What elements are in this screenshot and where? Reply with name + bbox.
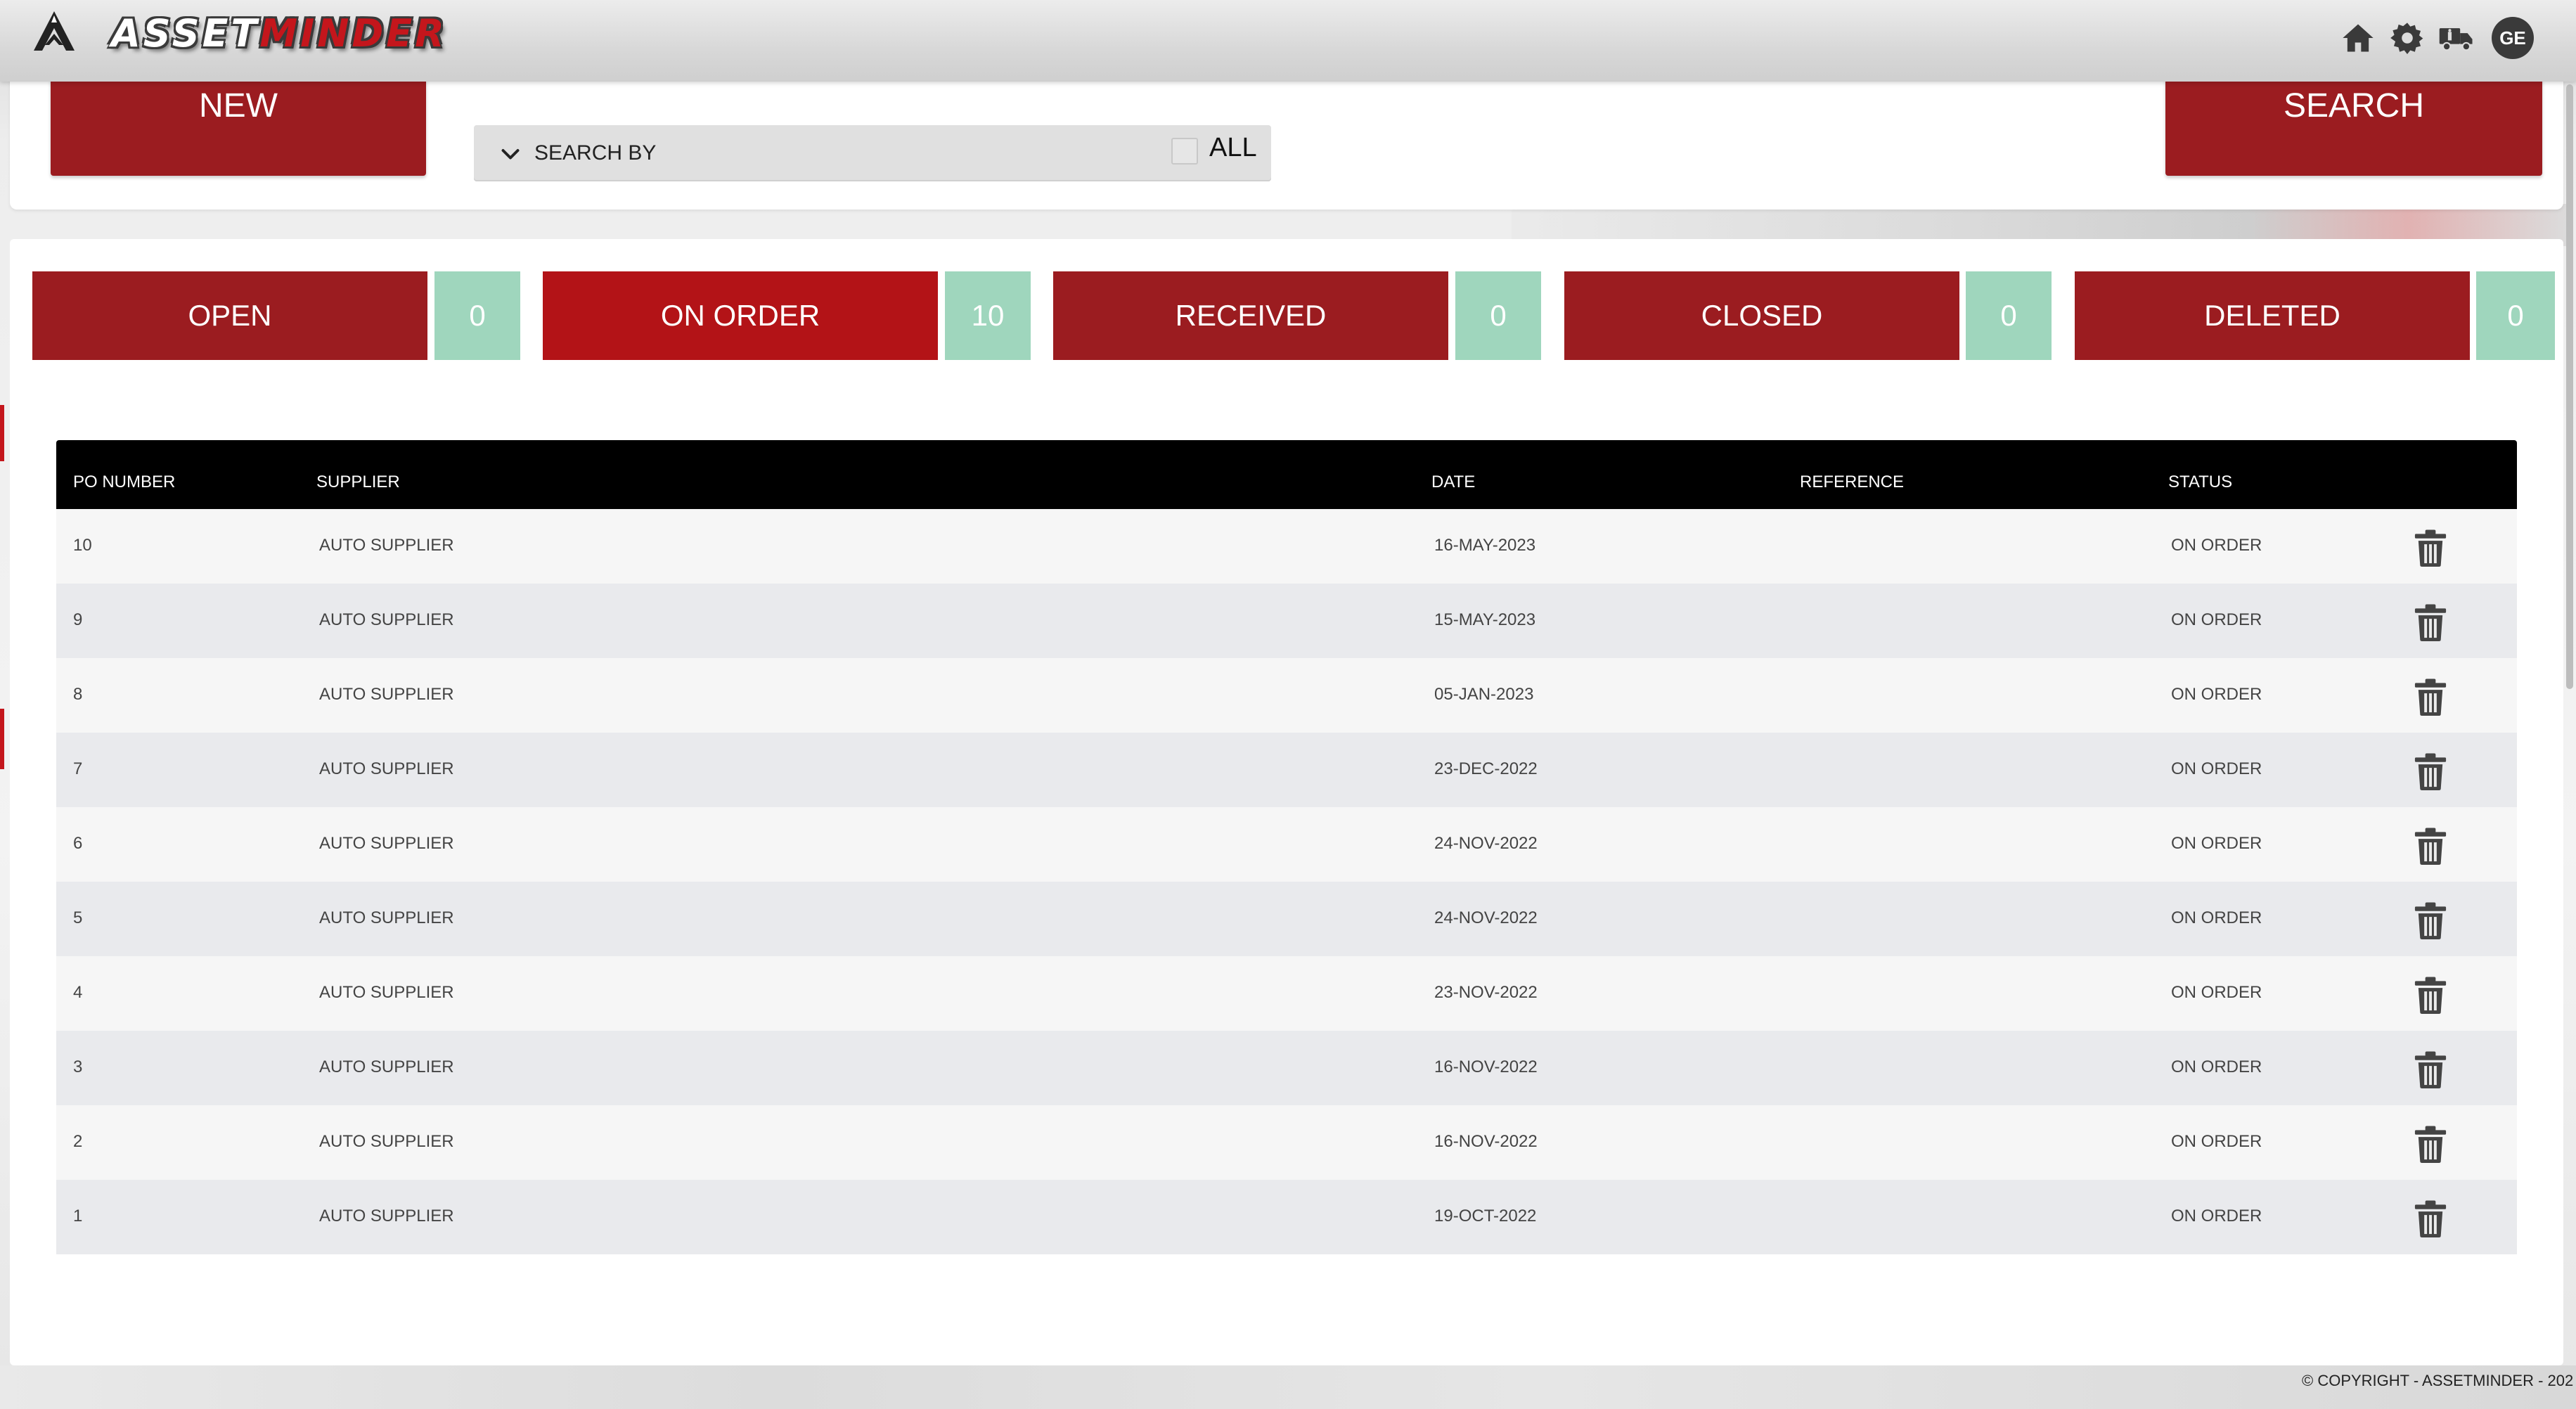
po-number-cell: 9	[73, 610, 83, 629]
tab-received[interactable]: RECEIVED	[1053, 271, 1448, 360]
tab-deleted-count: 0	[2476, 271, 2555, 360]
tab-open-count: 0	[434, 271, 520, 360]
tab-closed-count: 0	[1966, 271, 2052, 360]
supplier-cell: AUTO SUPPLIER	[319, 536, 454, 555]
po-number-cell: 5	[73, 908, 83, 927]
tab-deleted[interactable]: DELETED	[2075, 271, 2470, 360]
table-row[interactable]: 5 AUTO SUPPLIER 24-NOV-2022 ON ORDER	[56, 882, 2517, 956]
side-accent	[0, 405, 4, 461]
tab-on-order[interactable]: ON ORDER	[543, 271, 938, 360]
table-header: PO NUMBER SUPPLIER DATE REFERENCE STATUS	[56, 440, 2517, 509]
date-cell: 05-JAN-2023	[1434, 685, 1534, 704]
po-number-cell: 2	[73, 1132, 83, 1151]
trash-icon[interactable]	[2413, 529, 2448, 567]
assetminder-logo-icon	[34, 11, 75, 51]
trash-icon[interactable]	[2413, 752, 2448, 790]
status-cell: ON ORDER	[2171, 983, 2262, 1002]
tab-closed[interactable]: CLOSED	[1564, 271, 1959, 360]
trash-icon[interactable]	[2413, 1125, 2448, 1163]
date-cell: 24-NOV-2022	[1434, 908, 1538, 927]
supplier-cell: AUTO SUPPLIER	[319, 1057, 454, 1076]
table-row[interactable]: 7 AUTO SUPPLIER 23-DEC-2022 ON ORDER	[56, 733, 2517, 807]
chevron-down-icon	[501, 149, 520, 160]
table-row[interactable]: 1 AUTO SUPPLIER 19-OCT-2022 ON ORDER	[56, 1180, 2517, 1254]
date-cell: 24-NOV-2022	[1434, 834, 1538, 853]
tab-received-count: 0	[1455, 271, 1541, 360]
tab-open[interactable]: OPEN	[32, 271, 427, 360]
table-row[interactable]: 6 AUTO SUPPLIER 24-NOV-2022 ON ORDER	[56, 807, 2517, 882]
copyright-footer: © COPYRIGHT - ASSETMINDER - 202	[2302, 1372, 2574, 1389]
top-header: ASSETMINDER GE	[0, 0, 2576, 82]
user-avatar[interactable]: GE	[2492, 17, 2534, 59]
date-cell: 16-NOV-2022	[1434, 1057, 1538, 1076]
status-cell: ON ORDER	[2171, 1132, 2262, 1151]
table-row[interactable]: 9 AUTO SUPPLIER 15-MAY-2023 ON ORDER	[56, 584, 2517, 658]
trash-icon[interactable]	[2413, 901, 2448, 939]
po-number-cell: 4	[73, 983, 83, 1002]
column-header-supplier[interactable]: SUPPLIER	[316, 472, 400, 492]
status-cell: ON ORDER	[2171, 1057, 2262, 1076]
status-cell: ON ORDER	[2171, 1207, 2262, 1225]
date-cell: 23-DEC-2022	[1434, 759, 1538, 778]
status-cell: ON ORDER	[2171, 908, 2262, 927]
table-row[interactable]: 4 AUTO SUPPLIER 23-NOV-2022 ON ORDER	[56, 956, 2517, 1031]
new-button[interactable]: NEW	[51, 77, 426, 176]
table-row[interactable]: 10 AUTO SUPPLIER 16-MAY-2023 ON ORDER	[56, 509, 2517, 584]
supplier-cell: AUTO SUPPLIER	[319, 759, 454, 778]
table-row[interactable]: 2 AUTO SUPPLIER 16-NOV-2022 ON ORDER	[56, 1105, 2517, 1180]
po-number-cell: 1	[73, 1207, 83, 1225]
trash-icon[interactable]	[2413, 1199, 2448, 1237]
supplier-cell: AUTO SUPPLIER	[319, 1207, 454, 1225]
status-cell: ON ORDER	[2171, 759, 2262, 778]
gear-icon[interactable]	[2388, 18, 2427, 58]
po-number-cell: 10	[73, 536, 92, 555]
app-logo[interactable]: ASSETMINDER	[111, 11, 447, 56]
table-row[interactable]: 8 AUTO SUPPLIER 05-JAN-2023 ON ORDER	[56, 658, 2517, 733]
date-cell: 16-NOV-2022	[1434, 1132, 1538, 1151]
supplier-cell: AUTO SUPPLIER	[319, 908, 454, 927]
po-number-cell: 6	[73, 834, 83, 853]
supplier-cell: AUTO SUPPLIER	[319, 610, 454, 629]
status-cell: ON ORDER	[2171, 834, 2262, 853]
supplier-cell: AUTO SUPPLIER	[319, 983, 454, 1002]
supplier-cell: AUTO SUPPLIER	[319, 834, 454, 853]
column-header-po-number[interactable]: PO NUMBER	[73, 472, 175, 492]
column-header-status[interactable]: STATUS	[2168, 472, 2232, 492]
table-row[interactable]: 3 AUTO SUPPLIER 16-NOV-2022 ON ORDER	[56, 1031, 2517, 1105]
date-cell: 15-MAY-2023	[1434, 610, 1536, 629]
tab-on-order-count: 10	[945, 271, 1031, 360]
trash-icon[interactable]	[2413, 603, 2448, 641]
main-panel: OPEN 0 ON ORDER 10 RECEIVED 0 CLOSED 0 D…	[10, 239, 2563, 1365]
date-cell: 16-MAY-2023	[1434, 536, 1536, 555]
status-cell: ON ORDER	[2171, 536, 2262, 555]
po-number-cell: 7	[73, 759, 83, 778]
po-number-cell: 8	[73, 685, 83, 704]
status-cell: ON ORDER	[2171, 685, 2262, 704]
truck-icon[interactable]	[2437, 18, 2476, 58]
search-by-label: SEARCH BY	[534, 141, 657, 165]
date-cell: 19-OCT-2022	[1434, 1207, 1537, 1225]
all-label: ALL	[1209, 133, 1257, 162]
trash-icon[interactable]	[2413, 678, 2448, 716]
purchase-orders-table: PO NUMBER SUPPLIER DATE REFERENCE STATUS…	[56, 440, 2517, 1254]
background-footer-strip	[0, 1365, 2576, 1409]
trash-icon[interactable]	[2413, 827, 2448, 865]
scrollbar-thumb[interactable]	[2566, 84, 2573, 689]
home-icon[interactable]	[2338, 18, 2378, 58]
all-checkbox[interactable]	[1171, 138, 1198, 165]
status-cell: ON ORDER	[2171, 610, 2262, 629]
search-button[interactable]: SEARCH	[2165, 77, 2542, 176]
side-accent	[0, 709, 4, 769]
po-number-cell: 3	[73, 1057, 83, 1076]
column-header-reference[interactable]: REFERENCE	[1800, 472, 1904, 492]
trash-icon[interactable]	[2413, 1050, 2448, 1088]
column-header-date[interactable]: DATE	[1431, 472, 1475, 492]
search-by-dropdown[interactable]: SEARCH BY ALL	[474, 125, 1271, 181]
table-body: 10 AUTO SUPPLIER 16-MAY-2023 ON ORDER 9 AUTO …	[56, 509, 2517, 1254]
trash-icon[interactable]	[2413, 976, 2448, 1014]
date-cell: 23-NOV-2022	[1434, 983, 1538, 1002]
header-actions: GE	[2338, 17, 2534, 59]
supplier-cell: AUTO SUPPLIER	[319, 1132, 454, 1151]
supplier-cell: AUTO SUPPLIER	[319, 685, 454, 704]
